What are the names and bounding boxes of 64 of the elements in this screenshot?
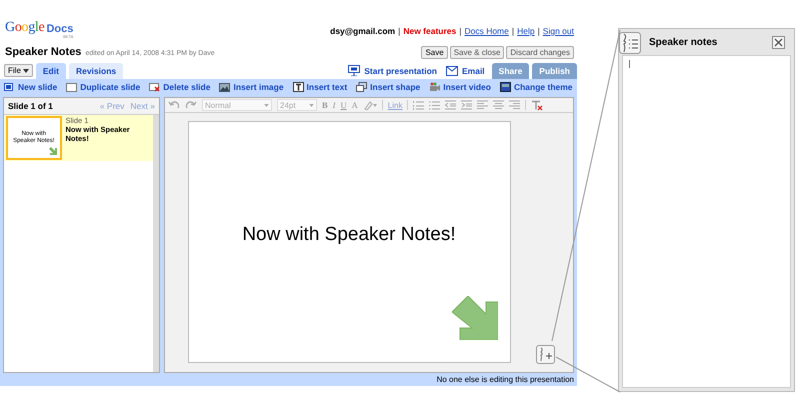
toolbar-button[interactable]: New slide: [4, 82, 58, 92]
link-separator: |: [512, 26, 514, 36]
toolbar-button[interactable]: Delete slide: [149, 82, 210, 92]
toolbar-icon: [429, 82, 440, 92]
presentation-icon: [348, 65, 360, 76]
document-title: Speaker Notes: [5, 46, 82, 58]
document-button[interactable]: Save: [421, 46, 448, 58]
toolbar-button[interactable]: Change theme: [500, 82, 573, 92]
format-icon[interactable]: [445, 100, 456, 110]
clear-formatting-icon[interactable]: [531, 100, 544, 110]
caret-icon: [264, 104, 269, 106]
caret-icon: [309, 104, 314, 106]
format-icon[interactable]: [477, 100, 488, 110]
toolbar-button[interactable]: Insert shape: [356, 82, 420, 92]
speaker-notes-icon: [619, 32, 641, 54]
link-separator: |: [538, 26, 540, 36]
document-button[interactable]: Discard changes: [506, 46, 574, 58]
close-button[interactable]: [772, 36, 785, 48]
arrow-icon: [48, 146, 58, 156]
action-link[interactable]: Start presentation: [348, 65, 437, 76]
toolbar-icon: [66, 82, 78, 92]
caret-icon: [22, 68, 29, 72]
panel-title: Speaker notes: [649, 36, 718, 48]
slide-count: Slide 1 of 1: [8, 101, 53, 111]
toolbar-icon: [500, 82, 511, 92]
share-tab[interactable]: Publish: [532, 63, 577, 79]
slide-text[interactable]: Now with Speaker Notes!: [242, 224, 456, 246]
action-link[interactable]: Email: [446, 66, 485, 76]
header-link[interactable]: Help: [517, 26, 535, 36]
header-link[interactable]: Docs Home: [464, 26, 509, 36]
header-link[interactable]: Sign out: [542, 26, 574, 36]
logo-product: Docs: [46, 23, 74, 35]
format-icon[interactable]: [429, 100, 440, 110]
document-button[interactable]: Save & close: [450, 46, 504, 58]
arrow-drawing[interactable]: [452, 296, 498, 340]
format-icon[interactable]: [461, 100, 472, 110]
speaker-notes-button[interactable]: [536, 345, 555, 364]
toolbar-icon: [292, 82, 304, 92]
toolbar-button[interactable]: Insert image: [219, 82, 284, 92]
toolbar-button[interactable]: Insert text: [292, 82, 348, 92]
toolbar-button[interactable]: Insert video: [429, 82, 491, 92]
format-icon[interactable]: [509, 100, 520, 110]
tab[interactable]: Edit: [36, 63, 66, 79]
tab[interactable]: Revisions: [68, 63, 124, 79]
link-separator: |: [398, 26, 400, 36]
redo-icon[interactable]: [185, 100, 197, 110]
highlight-icon[interactable]: [362, 100, 377, 110]
new-features-link[interactable]: New features: [403, 26, 456, 36]
format-icon[interactable]: [413, 100, 424, 110]
slide-canvas[interactable]: Now with Speaker Notes!: [188, 121, 510, 363]
status-text: No one else is editing this presentation: [436, 375, 574, 384]
file-menu-button[interactable]: File: [4, 64, 33, 77]
toolbar-icon: [219, 82, 230, 92]
undo-icon[interactable]: [168, 100, 180, 110]
envelope-icon: [446, 66, 458, 76]
toolbar-button[interactable]: Duplicate slide: [66, 82, 140, 92]
account-email: dsy@gmail.com: [330, 26, 396, 36]
toolbar-icon: [356, 82, 368, 92]
link-separator: |: [459, 26, 462, 36]
format-icon[interactable]: [493, 100, 504, 110]
share-tab[interactable]: Share: [492, 63, 530, 79]
logo-text: Google: [5, 20, 44, 36]
toolbar-icon: [149, 82, 160, 92]
toolbar-icon: [4, 82, 15, 92]
